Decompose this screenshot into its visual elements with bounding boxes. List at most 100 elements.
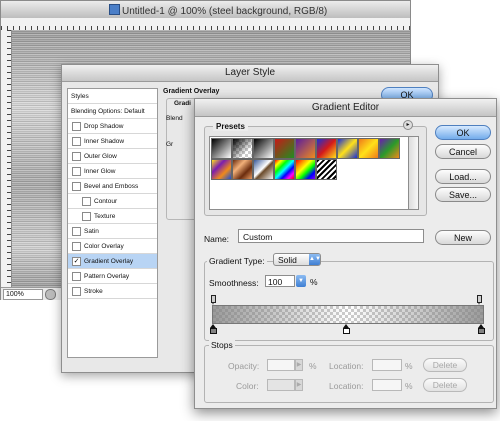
color-swatch[interactable]	[267, 379, 295, 391]
gradient-group-title: Gradi	[174, 100, 191, 107]
style-item-bevel-and-emboss[interactable]: Bevel and Emboss	[68, 179, 157, 194]
style-item-drop-shadow[interactable]: Drop Shadow	[68, 119, 157, 134]
style-item-label: Inner Shadow	[84, 138, 125, 145]
style-checkbox[interactable]	[72, 272, 81, 281]
styles-list: Styles Blending Options: Default Drop Sh…	[67, 88, 158, 358]
presets-swatch-grid	[209, 136, 409, 210]
style-item-satin[interactable]: Satin	[68, 224, 157, 239]
style-item-contour[interactable]: Contour	[68, 194, 157, 209]
style-checkbox[interactable]: ✓	[72, 257, 81, 266]
new-button[interactable]: New	[435, 230, 491, 245]
style-checkbox[interactable]	[72, 182, 81, 191]
style-item-label: Texture	[94, 213, 116, 220]
style-item-gradient-overlay[interactable]: ✓ Gradient Overlay	[68, 254, 157, 269]
layer-style-title: Layer Style	[224, 67, 276, 78]
color-stop-right[interactable]	[478, 324, 485, 334]
opacity-location-input[interactable]	[372, 359, 402, 371]
preset-swatch[interactable]	[232, 138, 253, 159]
gradient-type-select[interactable]: Solid ▲▼	[273, 253, 321, 266]
style-item-inner-shadow[interactable]: Inner Shadow	[68, 134, 157, 149]
status-info-icon[interactable]	[45, 289, 56, 300]
preset-swatch[interactable]	[379, 138, 400, 159]
presets-scrollbar[interactable]	[408, 136, 419, 210]
color-location-input[interactable]	[372, 379, 402, 391]
style-checkbox[interactable]	[72, 152, 81, 161]
preset-swatch[interactable]	[358, 138, 379, 159]
preset-swatch[interactable]	[274, 138, 295, 159]
preset-swatch[interactable]	[337, 138, 358, 159]
style-item-label: Color Overlay	[84, 243, 124, 250]
color-location-label: Location:	[329, 381, 364, 391]
preset-swatch[interactable]	[211, 138, 232, 159]
opacity-dropdown-icon[interactable]: ▶	[295, 359, 303, 371]
color-stop-left[interactable]	[210, 324, 217, 334]
gradient-editor-dialog: Gradient Editor Presets ▸ OK Cancel Load…	[194, 98, 497, 409]
cancel-button[interactable]: Cancel	[435, 144, 491, 159]
style-item-stroke[interactable]: Stroke	[68, 284, 157, 299]
document-titlebar[interactable]: Untitled-1 @ 100% (steel background, RGB…	[1, 1, 410, 19]
smoothness-label: Smoothness:	[209, 278, 259, 288]
style-checkbox[interactable]	[72, 122, 81, 131]
save-button[interactable]: Save...	[435, 187, 491, 202]
presets-label: Presets	[213, 122, 248, 131]
presets-menu-arrow-icon[interactable]: ▸	[403, 120, 413, 130]
name-label: Name:	[204, 234, 230, 244]
preset-swatch[interactable]	[274, 159, 295, 180]
preset-swatch[interactable]	[211, 159, 232, 180]
style-checkbox[interactable]	[72, 242, 81, 251]
blend-mode-label: Blend	[166, 115, 183, 122]
select-arrows-icon: ▲▼	[309, 254, 321, 265]
style-item-label: Bevel and Emboss	[84, 183, 139, 190]
style-item-color-overlay[interactable]: Color Overlay	[68, 239, 157, 254]
ok-button[interactable]: OK	[435, 125, 491, 140]
style-checkbox[interactable]	[72, 137, 81, 146]
style-item-label: Contour	[94, 198, 118, 205]
gradient-name-input[interactable]: Custom	[238, 229, 424, 243]
layer-style-titlebar[interactable]: Layer Style	[62, 65, 438, 82]
opacity-location-label: Location:	[329, 361, 364, 371]
smoothness-input[interactable]: 100	[265, 275, 295, 287]
style-item-label: Stroke	[84, 288, 103, 295]
preset-swatch[interactable]	[253, 138, 274, 159]
color-delete-button[interactable]: Delete	[423, 378, 467, 392]
gradient-editor-titlebar[interactable]: Gradient Editor	[195, 99, 496, 117]
preset-swatch[interactable]	[316, 159, 337, 180]
preset-swatch[interactable]	[316, 138, 337, 159]
style-item-label: Satin	[84, 228, 99, 235]
style-checkbox[interactable]	[72, 167, 81, 176]
zoom-field[interactable]: 100%	[3, 289, 43, 300]
document-title-text: Untitled-1 @ 100% (steel background, RGB…	[122, 6, 328, 17]
preset-swatch[interactable]	[295, 159, 316, 180]
opacity-input[interactable]	[267, 359, 295, 371]
style-item-label: Inner Glow	[84, 168, 116, 175]
stops-group	[204, 345, 494, 403]
style-item-pattern-overlay[interactable]: Pattern Overlay	[68, 269, 157, 284]
style-item-outer-glow[interactable]: Outer Glow	[68, 149, 157, 164]
style-checkbox[interactable]	[82, 197, 91, 206]
styles-header-label: Styles	[71, 93, 89, 100]
gradient-type-value: Solid	[278, 255, 297, 265]
opacity-stop-right[interactable]	[477, 295, 482, 305]
style-checkbox[interactable]	[72, 227, 81, 236]
style-item-texture[interactable]: Texture	[68, 209, 157, 224]
gradient-preview-bar[interactable]	[212, 305, 484, 324]
gradient-editor-title: Gradient Editor	[311, 102, 380, 113]
preset-swatch[interactable]	[295, 138, 316, 159]
opacity-delete-button[interactable]: Delete	[423, 358, 467, 372]
opacity-location-unit: %	[405, 361, 413, 371]
gradient-type-label: Gradient Type:	[207, 256, 267, 266]
blending-options-item[interactable]: Blending Options: Default	[68, 104, 157, 119]
smoothness-dropdown-icon[interactable]: ▼	[296, 275, 306, 287]
style-item-inner-glow[interactable]: Inner Glow	[68, 164, 157, 179]
opacity-label: Opacity:	[228, 361, 260, 371]
color-stop-middle[interactable]	[343, 324, 350, 334]
preset-swatch[interactable]	[232, 159, 253, 180]
preset-swatch[interactable]	[253, 159, 274, 180]
style-checkbox[interactable]	[72, 287, 81, 296]
style-checkbox[interactable]	[82, 212, 91, 221]
stops-label: Stops	[209, 340, 235, 350]
load-button[interactable]: Load...	[435, 169, 491, 184]
color-dropdown-icon[interactable]: ▶	[295, 379, 303, 391]
opacity-stop-left[interactable]	[211, 295, 216, 305]
styles-list-header[interactable]: Styles	[68, 89, 157, 104]
